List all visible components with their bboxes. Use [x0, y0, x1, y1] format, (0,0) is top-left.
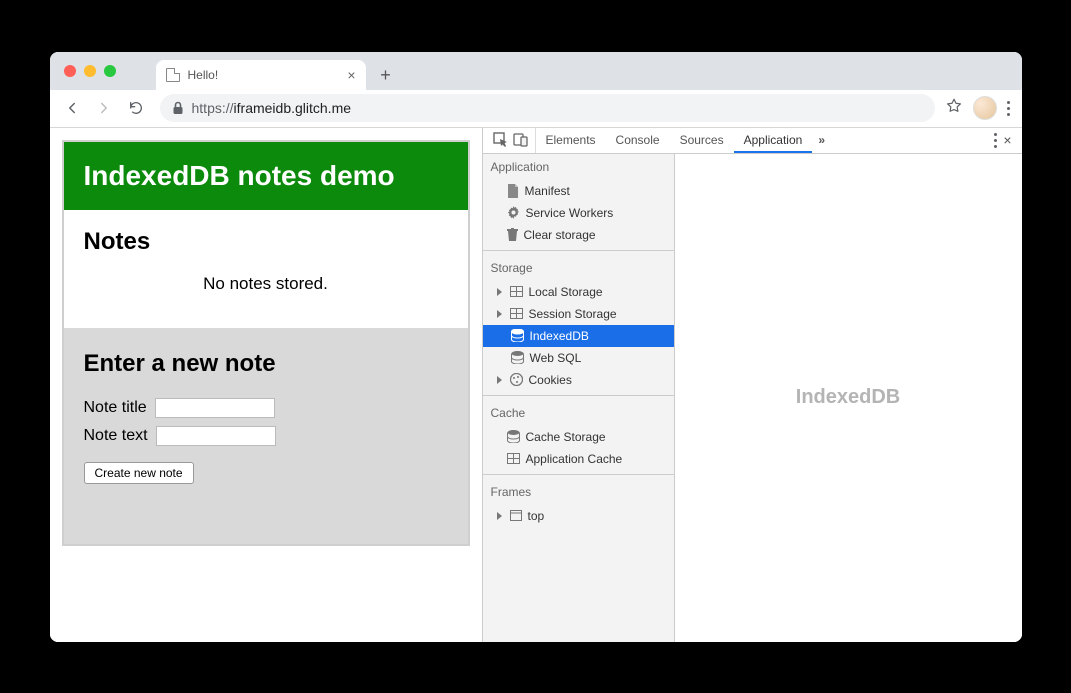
- sidebar-item-local-storage[interactable]: Local Storage: [483, 281, 674, 303]
- tab-application[interactable]: Application: [734, 128, 813, 153]
- sidebar-item-label: top: [528, 509, 545, 523]
- file-icon: [507, 184, 519, 198]
- browser-window: Hello! × + https://iframeidb.glitch.me: [50, 52, 1022, 642]
- sidebar-item-service-workers[interactable]: Service Workers: [483, 202, 674, 224]
- tab-title: Hello!: [188, 68, 340, 82]
- devtools-tabbar: Elements Console Sources Application » ×: [483, 128, 1022, 154]
- chrome-menu-button[interactable]: [1007, 101, 1010, 116]
- content-area: IndexedDB notes demo Notes No notes stor…: [50, 128, 1022, 642]
- url-scheme: https://iframeidb.glitch.me: [192, 100, 352, 116]
- database-icon: [511, 351, 524, 364]
- browser-tab[interactable]: Hello! ×: [156, 60, 366, 90]
- lock-icon: [172, 101, 184, 115]
- tab-sources[interactable]: Sources: [670, 128, 734, 153]
- sidebar-item-label: Manifest: [525, 184, 570, 198]
- devtools-menu-button[interactable]: [994, 133, 997, 148]
- sidebar-item-cache-storage[interactable]: Cache Storage: [483, 426, 674, 448]
- reload-button[interactable]: [122, 94, 150, 122]
- sidebar-item-label: Application Cache: [526, 452, 623, 466]
- note-text-label: Note text: [84, 427, 148, 445]
- page-viewport: IndexedDB notes demo Notes No notes stor…: [50, 128, 482, 642]
- devtools-main-panel: IndexedDB: [675, 154, 1022, 642]
- new-note-form: Enter a new note Note title Note text Cr…: [64, 328, 468, 544]
- bookmark-star-icon[interactable]: [945, 97, 963, 120]
- page-icon: [166, 68, 180, 82]
- section-cache: Cache: [483, 400, 674, 426]
- table-icon: [510, 308, 523, 319]
- toolbar-right: [945, 96, 1014, 120]
- database-icon: [511, 329, 524, 342]
- cookie-icon: [510, 373, 523, 386]
- note-title-input[interactable]: [155, 398, 275, 418]
- devtools-close-button[interactable]: ×: [1003, 132, 1011, 148]
- close-window-button[interactable]: [64, 65, 76, 77]
- sidebar-item-indexeddb[interactable]: IndexedDB: [483, 325, 674, 347]
- sidebar-item-label: Local Storage: [529, 285, 603, 299]
- sidebar-item-label: Service Workers: [526, 206, 614, 220]
- gear-icon: [507, 206, 520, 219]
- tab-console[interactable]: Console: [606, 128, 670, 153]
- forward-button[interactable]: [90, 94, 118, 122]
- sidebar-item-label: IndexedDB: [530, 329, 589, 343]
- notes-section: Notes No notes stored.: [64, 210, 468, 328]
- sidebar-item-cookies[interactable]: Cookies: [483, 369, 674, 391]
- table-icon: [507, 453, 520, 464]
- sidebar-item-session-storage[interactable]: Session Storage: [483, 303, 674, 325]
- toolbar: https://iframeidb.glitch.me: [50, 90, 1022, 128]
- panel-placeholder: IndexedDB: [796, 386, 900, 409]
- tab-elements[interactable]: Elements: [536, 128, 606, 153]
- form-heading: Enter a new note: [84, 350, 448, 378]
- profile-avatar[interactable]: [973, 96, 997, 120]
- window-controls: [58, 52, 156, 90]
- sidebar-item-clear-storage[interactable]: Clear storage: [483, 224, 674, 246]
- app-header: IndexedDB notes demo: [64, 142, 468, 210]
- table-icon: [510, 286, 523, 297]
- frame-icon: [510, 510, 522, 521]
- tab-close-button[interactable]: ×: [347, 67, 355, 83]
- note-text-input[interactable]: [156, 426, 276, 446]
- back-button[interactable]: [58, 94, 86, 122]
- address-bar[interactable]: https://iframeidb.glitch.me: [160, 94, 935, 122]
- create-note-button[interactable]: Create new note: [84, 462, 194, 484]
- section-application: Application: [483, 154, 674, 180]
- trash-icon: [507, 228, 518, 241]
- sidebar-item-frame-top[interactable]: top: [483, 505, 674, 527]
- sidebar-item-label: Web SQL: [530, 351, 582, 365]
- demo-app: IndexedDB notes demo Notes No notes stor…: [62, 140, 470, 546]
- minimize-window-button[interactable]: [84, 65, 96, 77]
- devtools-panel: Elements Console Sources Application » ×…: [482, 128, 1022, 642]
- tabs-overflow-button[interactable]: »: [812, 133, 831, 147]
- sidebar-item-label: Cookies: [529, 373, 572, 387]
- device-toolbar-icon[interactable]: [513, 132, 529, 148]
- sidebar-item-label: Clear storage: [524, 228, 596, 242]
- inspect-element-icon[interactable]: [493, 132, 509, 148]
- sidebar-item-web-sql[interactable]: Web SQL: [483, 347, 674, 369]
- sidebar-item-label: Session Storage: [529, 307, 617, 321]
- database-icon: [507, 430, 520, 443]
- no-notes-message: No notes stored.: [84, 274, 448, 294]
- new-tab-button[interactable]: +: [372, 62, 400, 90]
- sidebar-item-manifest[interactable]: Manifest: [483, 180, 674, 202]
- sidebar-item-application-cache[interactable]: Application Cache: [483, 448, 674, 470]
- section-storage: Storage: [483, 255, 674, 281]
- sidebar-item-label: Cache Storage: [526, 430, 606, 444]
- notes-heading: Notes: [84, 228, 448, 256]
- note-title-label: Note title: [84, 399, 147, 417]
- fullscreen-window-button[interactable]: [104, 65, 116, 77]
- tab-strip: Hello! × +: [50, 52, 1022, 90]
- application-sidebar: Application Manifest Service Workers Cle…: [483, 154, 675, 642]
- section-frames: Frames: [483, 479, 674, 505]
